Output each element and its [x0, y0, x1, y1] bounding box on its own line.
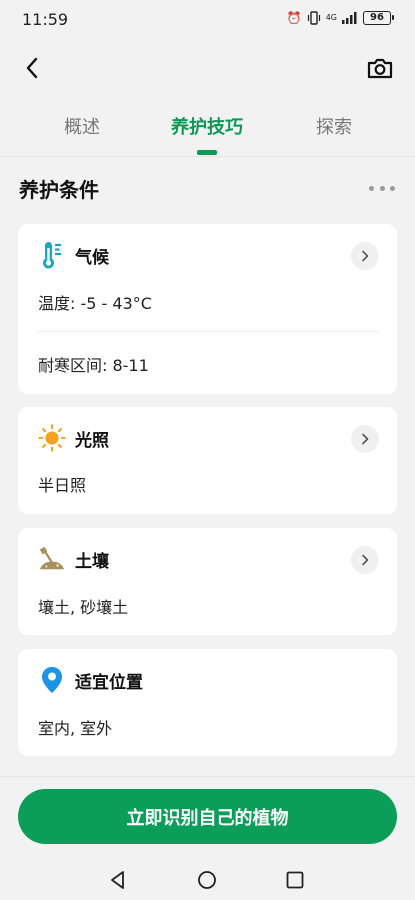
vibrate-icon: [307, 11, 320, 25]
square-recents-icon: [286, 871, 304, 889]
nav-back-button[interactable]: [103, 865, 133, 895]
nav-recents-button[interactable]: [280, 865, 310, 895]
status-time: 11:59: [22, 10, 69, 29]
network-label: 4G: [325, 13, 337, 22]
active-tab-indicator: [197, 150, 217, 155]
triangle-back-icon: [111, 871, 124, 889]
chevron-right-icon: [362, 250, 369, 262]
soil-icon: [38, 544, 66, 574]
climate-title: 气候: [75, 247, 109, 268]
tab-bar: 概述 养护技巧 探索: [0, 105, 415, 157]
climate-header: 气候: [38, 240, 109, 270]
tab-explore[interactable]: 探索: [279, 113, 389, 139]
alarm-icon: ⏰: [286, 11, 302, 25]
light-card[interactable]: 光照 半日照: [18, 407, 397, 514]
light-detail-button[interactable]: [351, 425, 379, 453]
system-nav-bar: [0, 860, 415, 900]
section-title: 养护条件: [19, 178, 99, 202]
light-header: 光照: [38, 423, 109, 453]
battery-indicator: 96: [363, 11, 394, 25]
sun-icon: [38, 423, 66, 453]
tab-overview[interactable]: 概述: [27, 113, 137, 139]
soil-value: 壤土, 砂壤土: [38, 598, 129, 617]
top-bar: [0, 45, 415, 91]
climate-divider: [38, 331, 379, 332]
climate-detail-button[interactable]: [351, 242, 379, 270]
location-header: 适宜位置: [38, 665, 143, 695]
hardiness-zone: 耐寒区间: 8-11: [38, 356, 149, 375]
circle-home-icon: [198, 871, 216, 889]
location-value: 室内, 室外: [38, 719, 113, 738]
location-card: 适宜位置 室内, 室外: [18, 649, 397, 756]
status-bar: 11:59 ⏰ 4G 96: [0, 0, 415, 40]
climate-card[interactable]: 气候 温度: -5 - 43°C 耐寒区间: 8-11: [18, 224, 397, 394]
light-title: 光照: [75, 430, 109, 451]
more-dots-icon: [369, 185, 374, 191]
back-button[interactable]: [18, 53, 48, 83]
status-icons: ⏰ 4G 96: [286, 11, 394, 25]
location-pin-icon: [38, 665, 66, 695]
location-title: 适宜位置: [75, 672, 143, 693]
camera-icon: [367, 58, 393, 79]
soil-card[interactable]: 土壤 壤土, 砂壤土: [18, 528, 397, 635]
signal-icon: [342, 12, 357, 24]
chevron-right-icon: [362, 554, 369, 566]
camera-button[interactable]: [365, 53, 395, 83]
soil-detail-button[interactable]: [351, 546, 379, 574]
soil-title: 土壤: [75, 551, 109, 572]
back-arrow-icon: [26, 57, 38, 79]
tabs-divider: [0, 156, 415, 157]
thermometer-icon: [38, 240, 66, 270]
light-value: 半日照: [38, 476, 87, 495]
more-options-button[interactable]: [369, 178, 395, 198]
nav-home-button[interactable]: [192, 865, 222, 895]
temperature-range: 温度: -5 - 43°C: [38, 294, 152, 313]
soil-header: 土壤: [38, 544, 109, 574]
identify-plant-button[interactable]: 立即识别自己的植物: [18, 789, 397, 844]
chevron-right-icon: [362, 433, 369, 445]
tab-care-tips[interactable]: 养护技巧: [152, 113, 262, 139]
